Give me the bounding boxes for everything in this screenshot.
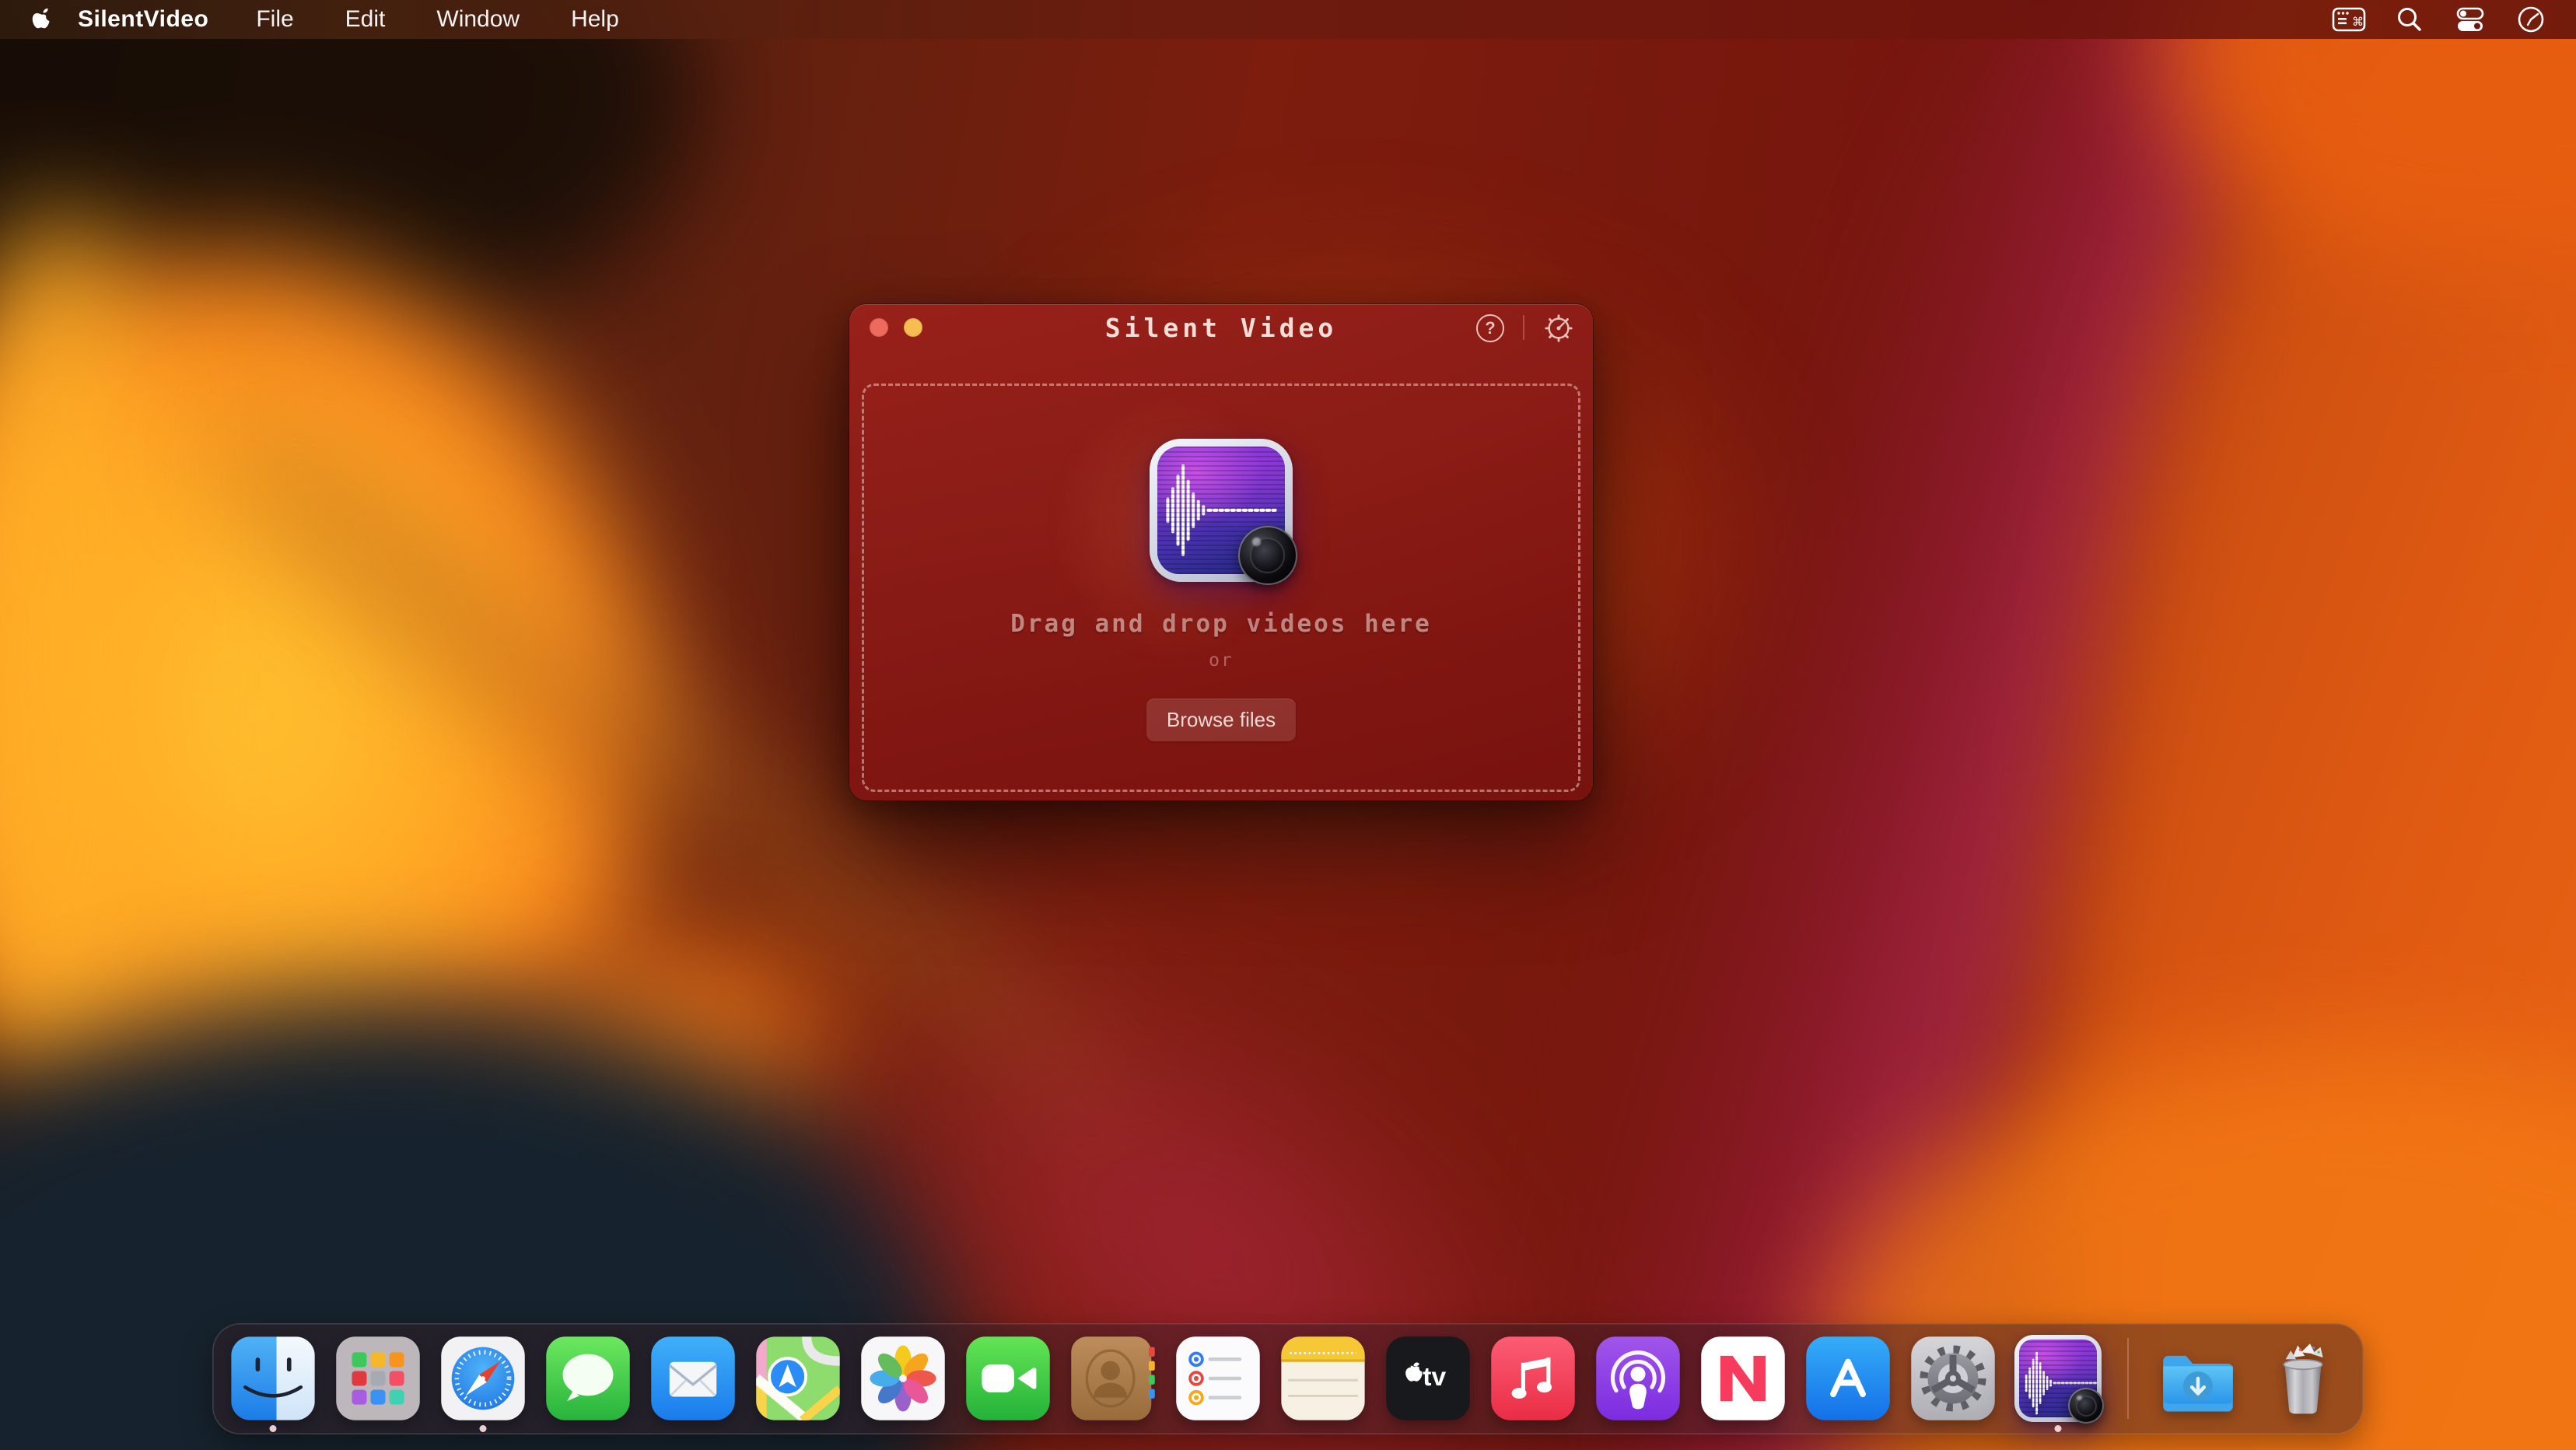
dock-item-contacts[interactable] — [1069, 1335, 1157, 1422]
dock: tv — [212, 1323, 2364, 1434]
dock-item-safari[interactable] — [439, 1335, 527, 1422]
dock-item-news[interactable] — [1699, 1335, 1787, 1422]
settings-button[interactable] — [1543, 313, 1574, 344]
settings-gear-icon — [1543, 312, 1574, 345]
running-indicator — [270, 1425, 277, 1432]
apple-menu-icon[interactable] — [28, 4, 54, 35]
menu-help[interactable]: Help — [548, 6, 642, 33]
dock-item-finder[interactable] — [229, 1335, 317, 1422]
or-label: or — [1209, 650, 1234, 671]
help-icon: ? — [1476, 314, 1504, 342]
dock-item-app-store[interactable] — [1804, 1335, 1892, 1422]
dock-item-notes[interactable] — [1279, 1335, 1367, 1422]
svg-text:⌘: ⌘ — [2352, 15, 2364, 29]
running-indicator — [2055, 1425, 2062, 1432]
dock-item-system-settings[interactable] — [1909, 1335, 1997, 1422]
control-center-icon[interactable] — [2452, 4, 2489, 35]
svg-text:tv: tv — [1423, 1363, 1446, 1392]
dock-item-podcasts[interactable] — [1594, 1335, 1682, 1422]
menu-file[interactable]: File — [233, 6, 316, 33]
camera-lens-icon — [1238, 526, 1297, 584]
drag-drop-label: Drag and drop videos here — [1010, 610, 1432, 638]
dock-item-downloads[interactable] — [2154, 1335, 2242, 1422]
dock-item-maps[interactable] — [754, 1335, 842, 1422]
running-indicator — [480, 1425, 487, 1432]
help-button[interactable]: ? — [1475, 313, 1506, 344]
menu-bar: SilentVideo File Edit Window Help ⌘ — [0, 0, 2576, 39]
window-titlebar[interactable]: Silent Video ? — [849, 304, 1593, 351]
menu-edit[interactable]: Edit — [323, 6, 408, 33]
drag-drop-zone[interactable]: Drag and drop videos here or Browse file… — [862, 384, 1580, 792]
dock-item-silent-video[interactable] — [2014, 1335, 2102, 1422]
dock-divider — [2127, 1338, 2129, 1419]
menu-window[interactable]: Window — [414, 6, 542, 33]
silent-video-window: Silent Video ? — [849, 304, 1593, 800]
browse-files-button[interactable]: Browse files — [1146, 699, 1296, 741]
dock-item-photos[interactable] — [859, 1335, 947, 1422]
dock-item-trash[interactable] — [2259, 1335, 2347, 1422]
dock-item-messages[interactable] — [544, 1335, 632, 1422]
dock-item-facetime[interactable] — [964, 1335, 1052, 1422]
silentvideo-app-icon — [1150, 439, 1293, 582]
dock-item-launchpad[interactable] — [334, 1335, 422, 1422]
spotlight-search-icon[interactable] — [2391, 4, 2428, 35]
dock-item-music[interactable] — [1489, 1335, 1577, 1422]
titlebar-divider — [1523, 315, 1524, 340]
keyboard-shortcuts-icon[interactable]: ⌘ — [2330, 4, 2368, 35]
dock-item-reminders[interactable] — [1174, 1335, 1262, 1422]
clock-icon[interactable] — [2512, 4, 2550, 35]
active-app-name[interactable]: SilentVideo — [61, 6, 227, 33]
dock-item-apple-tv[interactable]: tv — [1384, 1335, 1472, 1422]
dock-item-mail[interactable] — [649, 1335, 737, 1422]
